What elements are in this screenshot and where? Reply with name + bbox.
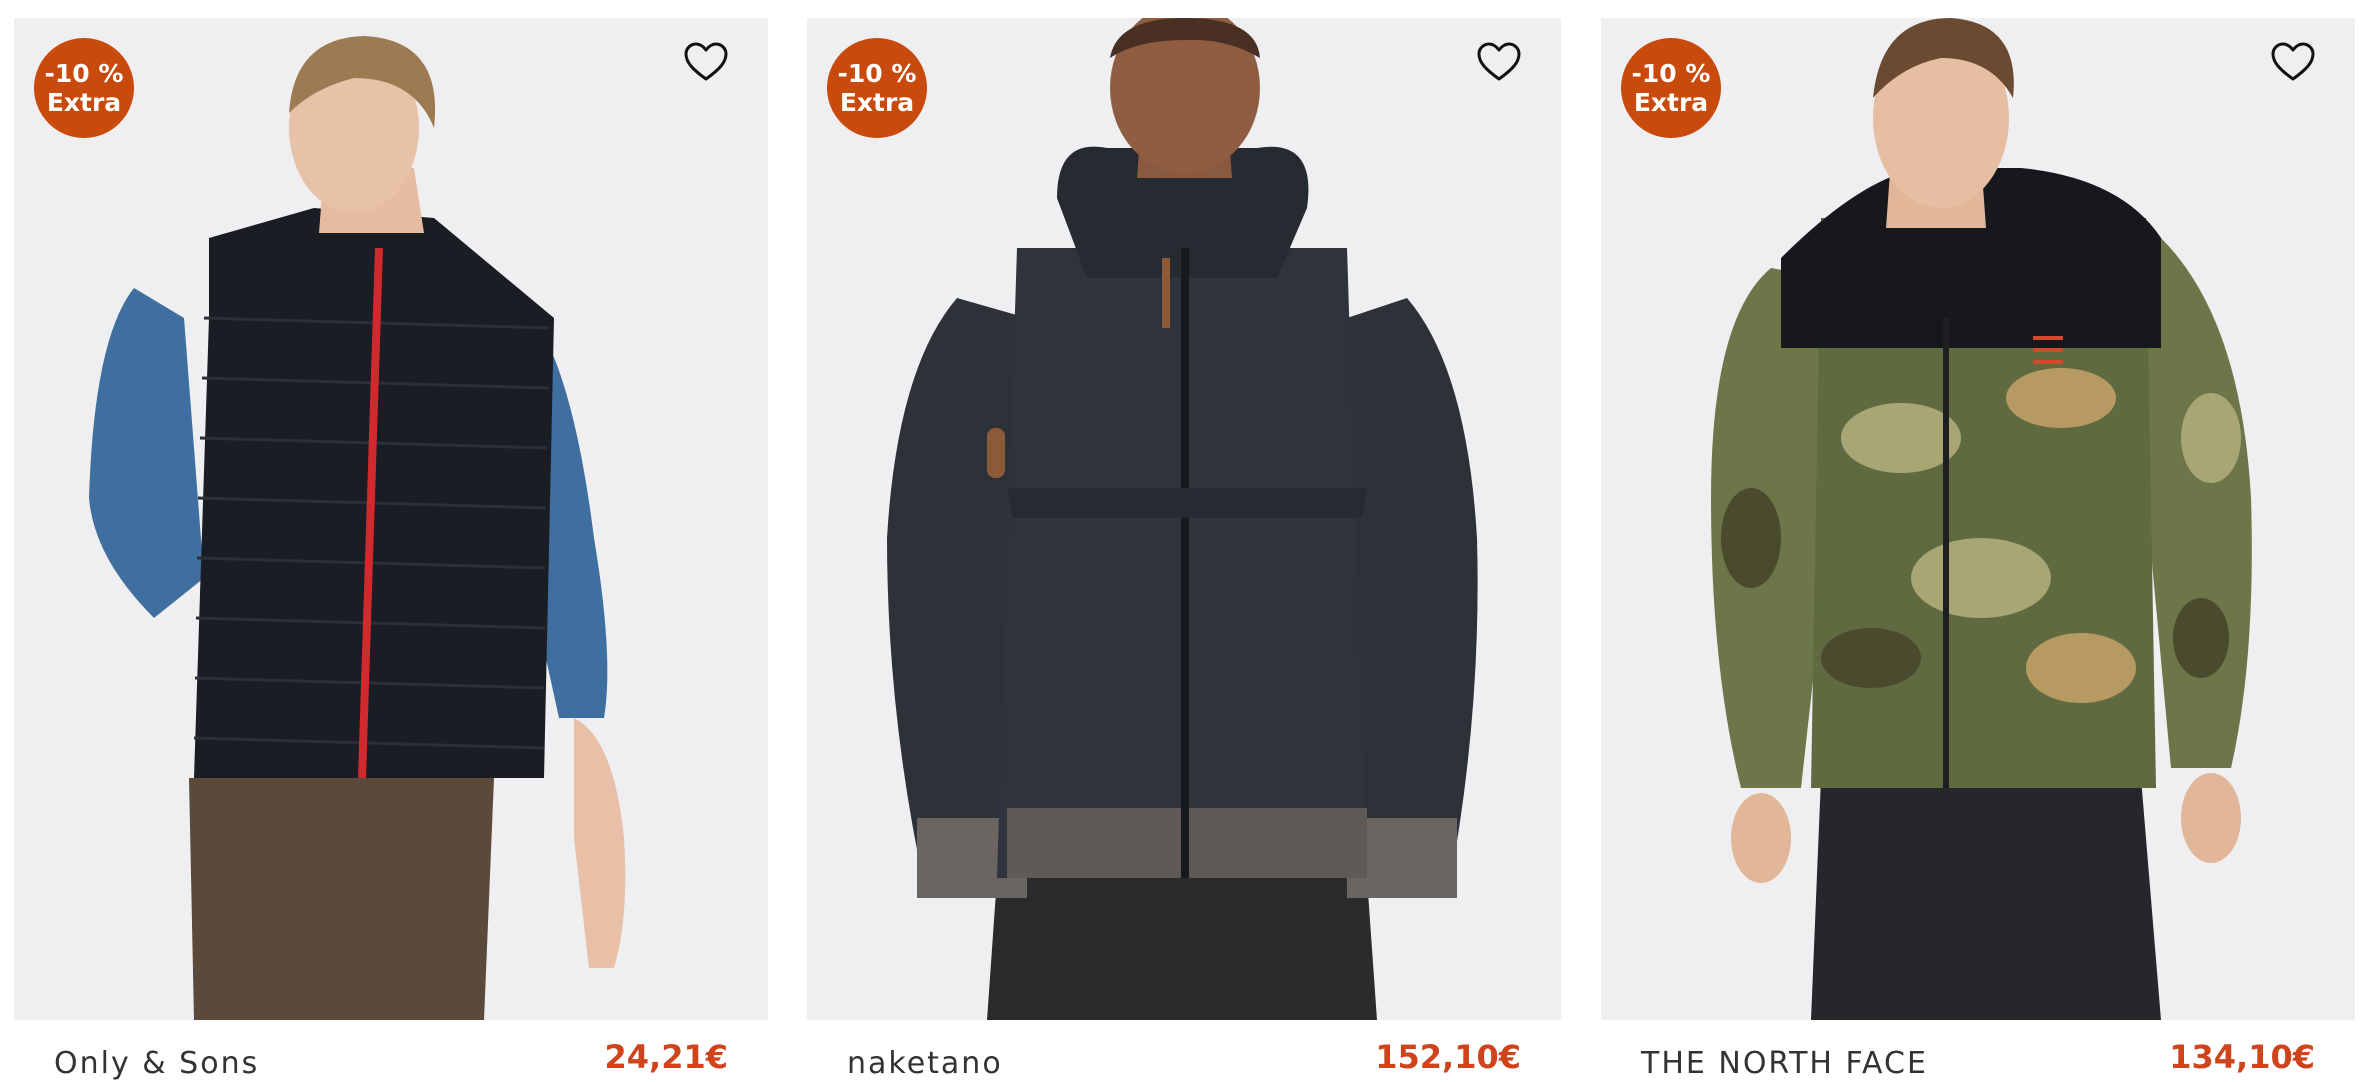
- product-photo-vest: [89, 36, 626, 1020]
- product-info[interactable]: THE NORTH FACE 134,10€: [1601, 1028, 2355, 1082]
- product-brand[interactable]: THE NORTH FACE: [1641, 1046, 1928, 1081]
- heart-outline-icon: [1477, 42, 1521, 81]
- wishlist-button[interactable]: [2269, 38, 2317, 86]
- discount-badge-percent: -10 %: [837, 59, 917, 88]
- product-card[interactable]: -10 % Extra naketano 152,10€: [807, 18, 1561, 1082]
- product-image[interactable]: -10 % Extra: [14, 18, 768, 1020]
- discount-badge: -10 % Extra: [1621, 38, 1721, 138]
- discount-badge-label: Extra: [1633, 88, 1709, 117]
- product-price: 134,10€: [2169, 1038, 2315, 1076]
- heart-outline-icon: [2271, 42, 2315, 81]
- discount-badge-percent: -10 %: [44, 59, 124, 88]
- discount-badge: -10 % Extra: [827, 38, 927, 138]
- product-card[interactable]: -10 % Extra THE NORTH FACE 134,10€: [1601, 18, 2355, 1082]
- product-info[interactable]: Only & Sons 24,21€: [14, 1028, 768, 1082]
- product-photo-jacket: [887, 18, 1478, 1020]
- product-brand[interactable]: Only & Sons: [54, 1046, 259, 1081]
- wishlist-button[interactable]: [1475, 38, 1523, 86]
- product-grid: -10 % Extra Only & Sons 24,21€ -10 % Ext…: [0, 0, 2370, 1082]
- product-price: 152,10€: [1375, 1038, 1521, 1076]
- product-image[interactable]: -10 % Extra: [1601, 18, 2355, 1020]
- product-image[interactable]: -10 % Extra: [807, 18, 1561, 1020]
- discount-badge-percent: -10 %: [1631, 59, 1711, 88]
- discount-badge-label: Extra: [46, 88, 122, 117]
- wishlist-button[interactable]: [682, 38, 730, 86]
- discount-badge: -10 % Extra: [34, 38, 134, 138]
- product-brand[interactable]: naketano: [847, 1046, 1003, 1081]
- product-card[interactable]: -10 % Extra Only & Sons 24,21€: [14, 18, 768, 1082]
- heart-outline-icon: [684, 42, 728, 81]
- product-info[interactable]: naketano 152,10€: [807, 1028, 1561, 1082]
- product-price: 24,21€: [604, 1038, 728, 1076]
- discount-badge-label: Extra: [839, 88, 915, 117]
- product-photo-windbreaker: [1711, 18, 2252, 1020]
